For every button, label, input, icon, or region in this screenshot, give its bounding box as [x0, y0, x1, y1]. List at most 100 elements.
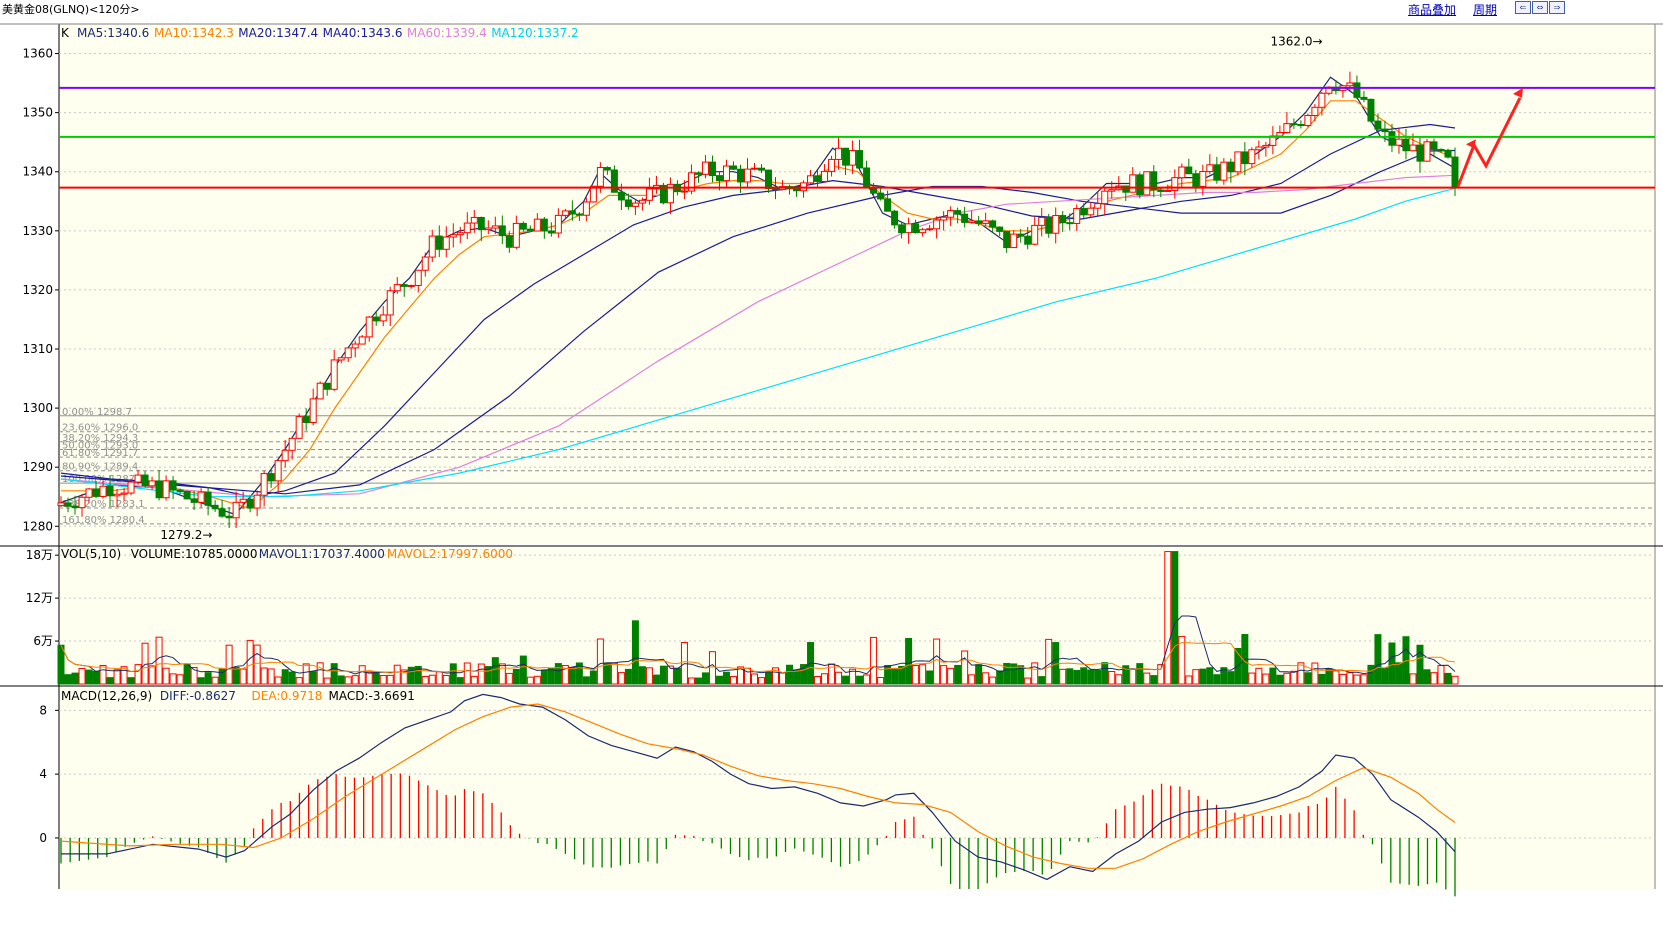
- volume-bar: [701, 672, 709, 685]
- volume-bar: [842, 675, 850, 685]
- candle-body: [1248, 149, 1256, 165]
- candle-body: [645, 188, 653, 201]
- candle-body: [1416, 144, 1424, 162]
- volume-bar: [337, 675, 345, 685]
- candle-body: [961, 213, 969, 223]
- candle-body: [1024, 235, 1032, 245]
- volume-bar: [540, 669, 548, 685]
- volume-bar: [1192, 669, 1200, 685]
- volume-bar: [316, 662, 324, 685]
- volume-bar: [393, 664, 401, 685]
- candle-body: [603, 167, 611, 171]
- candle-body: [239, 498, 247, 503]
- candle-body: [722, 165, 730, 182]
- volume-bar: [1395, 662, 1403, 685]
- candle-body: [1353, 82, 1361, 98]
- price-tick-label: 1330: [22, 224, 53, 238]
- volume-bar: [309, 671, 317, 685]
- fib-label: 0.00% 1298.7: [62, 407, 132, 418]
- candle-body: [463, 222, 471, 234]
- volume-bar: [1248, 672, 1256, 685]
- volume-bar: [260, 667, 268, 685]
- volume-bar: [1353, 674, 1361, 685]
- price-legend-item: MA5:1340.6: [77, 26, 149, 40]
- candle-body: [484, 227, 492, 231]
- candle-body: [1304, 115, 1312, 126]
- candle-body: [344, 347, 352, 359]
- candle-body: [225, 515, 233, 519]
- candle-body: [71, 505, 79, 509]
- candle-body: [1374, 120, 1382, 130]
- volume-bar: [1304, 672, 1312, 685]
- volume-bar: [372, 671, 380, 685]
- volume-bar: [134, 664, 142, 685]
- volume-legend-item: VOLUME:10785.0000: [131, 547, 258, 561]
- volume-bar: [295, 677, 303, 685]
- candle-body: [743, 168, 751, 183]
- volume-bar: [1150, 675, 1158, 685]
- volume-bar: [505, 672, 513, 685]
- volume-bar: [1423, 669, 1431, 685]
- volume-bar: [652, 674, 660, 685]
- volume-bar: [533, 675, 541, 685]
- scroll-left-button[interactable]: ⇐: [1515, 1, 1531, 14]
- zoom-button[interactable]: ⇔: [1532, 1, 1548, 14]
- candle-body: [512, 222, 520, 248]
- candle-body: [442, 236, 450, 250]
- volume-bar: [211, 676, 219, 685]
- volume-bar: [786, 664, 794, 685]
- candle-body: [169, 480, 177, 491]
- scroll-right-button[interactable]: ⇒: [1549, 1, 1565, 14]
- candle-body: [1164, 189, 1172, 192]
- volume-bar: [1367, 664, 1375, 685]
- volume-bar: [673, 667, 681, 685]
- candle-body: [456, 232, 464, 236]
- candle-body: [1318, 92, 1326, 108]
- candle-body: [211, 504, 219, 510]
- candle-body: [358, 336, 366, 345]
- volume-bar: [442, 674, 450, 685]
- candle-body: [372, 316, 380, 322]
- candle-body: [1437, 148, 1445, 151]
- candle-body: [414, 269, 422, 286]
- volume-bar: [526, 676, 534, 685]
- volume-bar: [779, 672, 787, 685]
- volume-bar: [863, 674, 871, 685]
- window-titlebar: 美黄金08(GLNQ)<120分> 商品叠加 周期 ⇐ ⇔ ⇒: [0, 0, 1663, 17]
- volume-bar: [912, 665, 920, 685]
- volume-bar: [765, 672, 773, 685]
- chart-canvas[interactable]: 1280 1290 1300 1310 1320 1330 1340 1350 1360 0.00…: [0, 16, 1663, 943]
- volume-bar: [323, 677, 331, 685]
- volume-bar: [1213, 674, 1221, 685]
- volume-bar: [1346, 672, 1354, 685]
- price-panel-title: K: [61, 26, 70, 40]
- volume-bar: [288, 671, 296, 685]
- volume-bar: [1024, 677, 1032, 685]
- candle-body: [680, 190, 688, 193]
- price-legend-item: MA40:1343.6: [323, 26, 403, 40]
- volume-bar: [891, 668, 899, 685]
- candle-body: [253, 494, 261, 509]
- candle-body: [954, 210, 962, 215]
- volume-bar: [246, 639, 254, 685]
- volume-bar: [379, 675, 387, 685]
- volume-bar: [898, 665, 906, 685]
- volume-bar: [85, 669, 93, 685]
- volume-bar: [638, 666, 646, 685]
- volume-bar: [1311, 662, 1319, 685]
- volume-bar: [498, 663, 506, 685]
- price-legend-item: MA20:1347.4: [238, 26, 318, 40]
- volume-bar: [1451, 675, 1459, 685]
- candle-body: [260, 473, 268, 496]
- candle-body: [470, 216, 478, 224]
- volume-bar: [631, 620, 639, 685]
- macd-legend-item: DIFF:-0.8627: [160, 689, 236, 703]
- candle-body: [1038, 216, 1046, 226]
- volume-bar: [449, 663, 457, 685]
- volume-bar: [155, 636, 163, 685]
- candle-body: [127, 481, 135, 494]
- fib-label: 161.80% 1280.4: [62, 515, 145, 526]
- candle-body: [365, 316, 373, 338]
- volume-bar: [1262, 673, 1270, 685]
- candle-body: [1402, 138, 1410, 152]
